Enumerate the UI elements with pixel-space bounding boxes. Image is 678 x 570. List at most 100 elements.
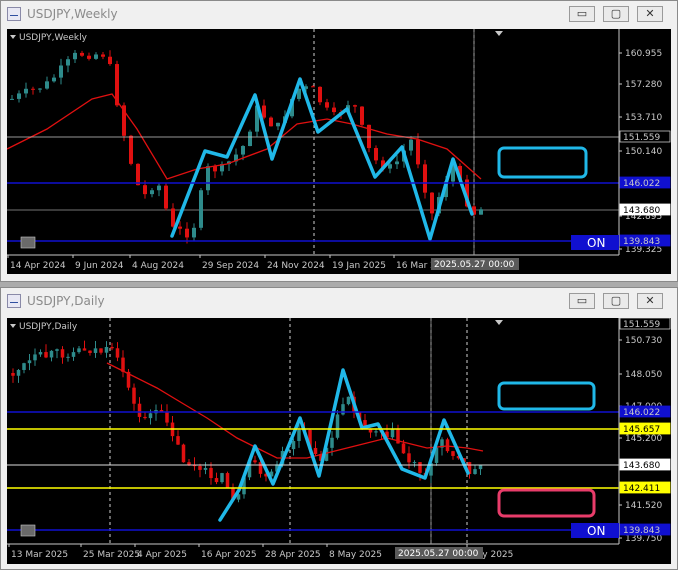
price-marker-label: 151.559 [623, 133, 660, 143]
candle-body [77, 348, 81, 353]
candle-body [178, 226, 182, 229]
weekly-chart-canvas[interactable]: 160.955157.280153.710150.140142.895139.3… [7, 29, 671, 274]
chart-menu-triangle-icon [10, 35, 16, 39]
candle-body [430, 192, 434, 214]
daily-chart-area[interactable]: 150.730148.050147.000145.200141.520139.7… [7, 318, 671, 564]
price-tick-label: 145.200 [625, 434, 662, 444]
date-tick-label: 24 Nov 2024 [267, 261, 325, 271]
candle-body [52, 77, 56, 82]
daily-window-title: USDJPY,Daily [27, 294, 105, 308]
minimize-button[interactable]: ▭ [569, 293, 595, 309]
candle-body [332, 107, 336, 113]
candle-body [143, 416, 147, 419]
candle-body [335, 414, 340, 438]
on-button-label[interactable]: ON [587, 236, 605, 250]
daily-chart-canvas[interactable]: 150.730148.050147.000145.200141.520139.7… [7, 318, 671, 564]
candle-body [479, 209, 483, 215]
candle-body [31, 88, 35, 90]
candle-body [418, 462, 422, 473]
candle-body [269, 117, 273, 127]
candle-body [10, 98, 14, 100]
date-tick-label: 4 Apr 2025 [137, 550, 187, 560]
candle-body [248, 131, 252, 147]
date-tick-label: 16 Apr 2025 [201, 550, 257, 560]
candle-body [181, 444, 186, 463]
candle-body [253, 460, 257, 463]
date-tick-label: 29 Sep 2024 [202, 261, 259, 271]
daily-chart-window[interactable]: USDJPY,Daily ▭ ▢ ✕ 150.730148.050147.000… [0, 287, 678, 570]
maximize-button[interactable]: ▢ [603, 6, 629, 22]
candle-body [225, 473, 230, 488]
candle-body [423, 164, 427, 193]
candle-body [176, 436, 180, 445]
candle-body [214, 478, 219, 483]
date-tick-label: 28 Apr 2025 [265, 550, 321, 560]
candle-body [360, 106, 364, 125]
price-marker-label: 143.680 [623, 461, 660, 471]
candle-body [88, 350, 92, 353]
chart-window-icon [7, 7, 21, 21]
candle-body [171, 208, 175, 227]
candle-body [318, 86, 322, 103]
annotation-box [497, 488, 596, 518]
on-button-label[interactable]: ON [587, 524, 605, 538]
candle-body [311, 86, 315, 88]
candle-body [374, 431, 378, 433]
candle-body [24, 88, 28, 94]
candle-body [143, 185, 147, 195]
candle-body [451, 451, 455, 456]
candle-body [101, 54, 105, 57]
candle-body [17, 93, 21, 99]
weekly-chart-window[interactable]: USDJPY,Weekly ▭ ▢ ✕ 160.955 157.280 153.71… [0, 0, 678, 282]
zigzag-pattern-line [170, 77, 474, 241]
candle-body [313, 447, 318, 454]
weekly-window-title: USDJPY,Weekly [27, 7, 118, 21]
candle-body [108, 56, 112, 65]
candle-body [407, 453, 411, 463]
price-marker-label: 142.411 [623, 484, 660, 494]
candle-body [157, 185, 161, 191]
candle-body [199, 190, 203, 228]
date-tick-label: 4 Aug 2024 [132, 261, 184, 271]
candle-body [38, 88, 42, 90]
candle-body [110, 346, 114, 349]
candle-body [346, 396, 351, 405]
candle-body [192, 227, 196, 238]
annotation-box [497, 146, 588, 179]
close-button[interactable]: ✕ [637, 6, 663, 22]
chart-shift-marker-icon [495, 320, 503, 325]
date-tick-label: 19 Jan 2025 [332, 261, 386, 271]
annotation-box [497, 381, 596, 411]
price-tick-label: 157.280 [625, 80, 662, 90]
minimize-button[interactable]: ▭ [569, 6, 595, 22]
chart-symbol-label: USDJPY,Daily [19, 322, 78, 332]
candle-body [93, 348, 98, 353]
candle-body [206, 166, 210, 191]
candle-body [94, 54, 98, 59]
candle-body [185, 228, 189, 238]
candle-body [132, 387, 136, 404]
candle-body [341, 404, 345, 415]
candle-body [49, 350, 54, 358]
chart-handle-icon [20, 236, 36, 249]
candle-body [16, 369, 21, 376]
price-marker-label: 146.022 [623, 179, 660, 189]
price-marker-label: 145.657 [623, 425, 660, 435]
daily-title-bar[interactable]: USDJPY,Daily ▭ ▢ ✕ [1, 288, 677, 316]
candle-body [276, 122, 280, 127]
candle-body [164, 185, 168, 209]
date-tick-label: 25 Mar 2025 [83, 550, 140, 560]
candle-body [45, 81, 49, 89]
candle-body [80, 52, 84, 56]
candle-body [33, 354, 37, 361]
candle-body [390, 429, 395, 438]
close-button[interactable]: ✕ [637, 293, 663, 309]
candle-body [209, 467, 213, 479]
candle-body [291, 441, 296, 450]
candle-body [150, 190, 154, 195]
weekly-title-bar[interactable]: USDJPY,Weekly ▭ ▢ ✕ [1, 1, 677, 29]
candle-body [330, 437, 334, 448]
maximize-button[interactable]: ▢ [603, 293, 629, 309]
weekly-chart-area[interactable]: 160.955 157.280 153.710 150.140 142.895 139.3… [7, 29, 671, 274]
candle-body [198, 466, 202, 470]
